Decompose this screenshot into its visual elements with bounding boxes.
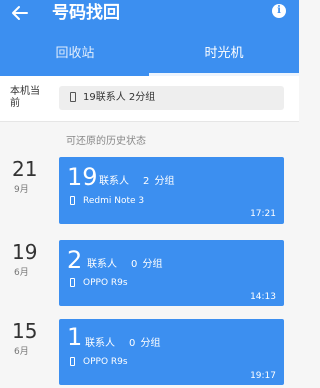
history-header: 可还原的历史状态 <box>66 136 146 147</box>
phone-icon <box>70 196 75 205</box>
entry-day: 21 <box>12 157 38 181</box>
history-card[interactable]: 19 联系人 2 分组 Redmi Note 3 17:21 <box>59 157 284 224</box>
contacts-count: 19 <box>67 163 98 191</box>
group-count: 0 分组 <box>129 338 161 349</box>
entry-time: 17:21 <box>250 209 276 219</box>
tab-recycle-bin[interactable]: 回收站 <box>0 42 150 72</box>
tab-time-machine[interactable]: 时光机 <box>149 42 299 72</box>
history-card[interactable]: 1 联系人 0 分组 OPPO R9s 19:17 <box>59 319 284 385</box>
phone-icon <box>70 278 75 287</box>
device-model: OPPO R9s <box>83 278 128 288</box>
group-count: 0 分组 <box>131 259 163 270</box>
entry-day: 15 <box>12 319 38 343</box>
page-title: 号码找回 <box>52 3 120 23</box>
contacts-unit: 联系人 <box>99 176 129 187</box>
contacts-unit: 联系人 <box>87 259 117 270</box>
phone-icon <box>70 92 76 102</box>
device-model: OPPO R9s <box>83 357 128 367</box>
device-model: Redmi Note 3 <box>83 196 145 206</box>
contacts-unit: 联系人 <box>85 338 115 349</box>
arrow-left-icon[interactable] <box>10 3 30 23</box>
group-count: 2 分组 <box>143 176 175 187</box>
current-device-label: 本机当前 <box>10 86 40 109</box>
contacts-count: 2 <box>67 246 83 274</box>
contacts-count: 1 <box>67 323 83 351</box>
entry-month: 6月 <box>14 347 29 357</box>
entry-time: 14:13 <box>250 292 276 302</box>
info-icon[interactable]: i <box>272 4 286 18</box>
entry-month: 9月 <box>14 185 29 195</box>
phone-icon <box>70 357 75 366</box>
current-device-text: 19联系人 2分组 <box>83 92 156 103</box>
entry-month: 6月 <box>14 268 29 278</box>
entry-time: 19:17 <box>250 371 276 381</box>
current-device-row: 本机当前 19联系人 2分组 <box>0 76 299 122</box>
history-card[interactable]: 2 联系人 0 分组 OPPO R9s 14:13 <box>59 240 284 306</box>
app-bar: 号码找回 i 回收站 时光机 <box>0 0 299 76</box>
entry-day: 19 <box>12 240 38 264</box>
current-device-summary[interactable]: 19联系人 2分组 <box>59 86 284 110</box>
